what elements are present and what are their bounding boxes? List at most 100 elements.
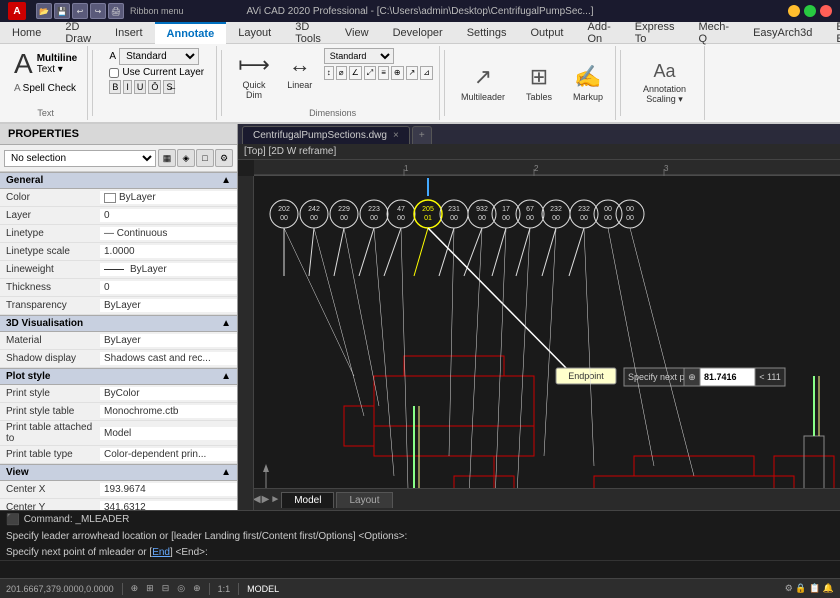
tab-output[interactable]: Output (518, 23, 575, 43)
prop-thickness-value[interactable]: 0 (100, 281, 237, 294)
dim-tool-6[interactable]: ⊕ (391, 66, 404, 80)
prop-layer-value[interactable]: 0 (100, 209, 237, 222)
toggle-pickbox-button[interactable]: □ (196, 149, 214, 167)
annotation-scaling-button[interactable]: Aa AnnotationScaling ▾ (637, 57, 692, 109)
dim-tool-5[interactable]: ≡ (378, 66, 389, 80)
section-plot-style[interactable]: Plot style ▲ (0, 368, 237, 385)
ribbon-menu-button[interactable]: Ribbon menu (130, 6, 184, 16)
drawing-canvas[interactable]: 1 2 3 Y X (238, 160, 840, 510)
section-3d-vis[interactable]: 3D Visualisation ▲ (0, 315, 237, 332)
selection-dropdown[interactable]: No selection (4, 150, 156, 167)
svg-text:932: 932 (476, 206, 488, 213)
prop-print-table-type-value[interactable]: Color-dependent prin... (100, 448, 237, 461)
dim-style-selector[interactable]: Standard (324, 48, 433, 64)
markup-button[interactable]: ✍ Markup (567, 60, 609, 106)
spell-check-button[interactable]: A Spell Check (10, 81, 80, 96)
prop-material-value[interactable]: ByLayer (100, 334, 237, 347)
prop-linetype-scale-value[interactable]: 1.0000 (100, 245, 237, 258)
new-file-tab[interactable]: + (412, 126, 432, 144)
status-icons-right: ⚙ 🔒 📋 🔔 (785, 583, 834, 594)
grid-icon[interactable]: ⊞ (146, 583, 154, 594)
prop-center-x-value[interactable]: 193.9674 (100, 483, 237, 496)
dim-style-dropdown[interactable]: Standard (324, 48, 394, 64)
prop-transparency-value[interactable]: ByLayer (100, 299, 237, 312)
file-tab-close[interactable]: × (393, 130, 399, 141)
multiline-text-button[interactable]: A Multiline Text ▾ (10, 48, 81, 80)
tab-layout[interactable]: Layout (226, 23, 283, 43)
nav-next-button[interactable]: ▶ (262, 494, 270, 505)
file-tab-active[interactable]: CentrifugalPumpSections.dwg × (242, 126, 410, 144)
tab-mech-q[interactable]: Mech-Q (687, 17, 742, 49)
prop-linetype-value[interactable]: — Continuous (100, 227, 237, 240)
underline-tool[interactable]: U (134, 80, 147, 94)
select-similar-button[interactable]: ◈ (177, 149, 195, 167)
quick-dim-icon: ⟼ (238, 52, 270, 78)
command-input[interactable] (6, 564, 834, 575)
tab-easyarch3d[interactable]: EasyArch3d (741, 23, 824, 43)
italic-tool[interactable]: I (123, 80, 132, 94)
dim-tool-3[interactable]: ∠ (349, 66, 362, 80)
ortho-icon[interactable]: ⊟ (162, 583, 170, 594)
prop-print-style-table-value[interactable]: Monochrome.ctb (100, 405, 237, 418)
tab-3d-tools[interactable]: 3D Tools (283, 17, 333, 49)
model-mode-display[interactable]: MODEL (247, 584, 279, 594)
dim-tool-1[interactable]: ↕ (324, 66, 334, 80)
prop-color-value[interactable]: ByLayer (100, 191, 237, 204)
open-icon[interactable]: 📂 (36, 3, 52, 19)
ribbon-group-dimensions: ⟼ QuickDim ↔ Linear Standard ↕ ⌀ (226, 46, 440, 120)
tab-annotate[interactable]: Annotate (155, 22, 227, 44)
style-dropdown[interactable]: Standard (119, 48, 199, 65)
tab-easyarch-e[interactable]: EasyArch E (824, 17, 840, 49)
close-button[interactable] (820, 5, 832, 17)
nav-first-button[interactable]: ◀ (253, 494, 261, 505)
snap-icon[interactable]: ⊕ (131, 583, 139, 594)
properties-settings-button[interactable]: ⚙ (215, 149, 233, 167)
maximize-button[interactable] (804, 5, 816, 17)
tab-settings[interactable]: Settings (455, 23, 519, 43)
tab-model[interactable]: Model (281, 492, 334, 508)
overline-tool[interactable]: Ō (148, 80, 161, 94)
quick-dim-button[interactable]: ⟼ QuickDim (232, 48, 276, 104)
tab-layout[interactable]: Layout (336, 492, 392, 508)
tab-view[interactable]: View (333, 23, 381, 43)
section-view[interactable]: View ▲ (0, 464, 237, 481)
prop-shadow-value[interactable]: Shadows cast and rec... (100, 352, 237, 365)
file-tab-name: CentrifugalPumpSections.dwg (253, 130, 387, 141)
dim-tool-8[interactable]: ⊿ (420, 66, 433, 80)
linear-button[interactable]: ↔ Linear (280, 48, 320, 94)
dim-tool-7[interactable]: ↗ (406, 66, 419, 80)
tables-button[interactable]: ⊞ Tables (519, 60, 559, 106)
prop-lineweight-value[interactable]: ByLayer (100, 263, 237, 276)
multileader-button[interactable]: ↗ Multileader (455, 60, 511, 106)
annotation-scaling-label: AnnotationScaling ▾ (643, 84, 686, 105)
dim-tool-4[interactable]: ⤢ (364, 66, 376, 80)
style-selector[interactable]: A Standard (109, 48, 199, 65)
layer-checkbox-input[interactable] (109, 68, 119, 78)
svg-text:81.7416: 81.7416 (704, 372, 737, 382)
tab-2d-draw[interactable]: 2D Draw (53, 17, 103, 49)
prop-linetype-scale: Linetype scale 1.0000 (0, 243, 237, 261)
print-icon[interactable]: 🖨 (108, 3, 124, 19)
dim-tool-2[interactable]: ⌀ (336, 66, 347, 80)
tab-developer[interactable]: Developer (381, 23, 455, 43)
tab-home[interactable]: Home (0, 23, 53, 43)
osnap-icon[interactable]: ⊕ (193, 583, 201, 594)
prop-print-style-value[interactable]: ByColor (100, 387, 237, 400)
command-line-3-row: Specify next point of mleader or [ End ]… (0, 544, 840, 560)
strikethrough-tool[interactable]: S̶ (163, 80, 175, 94)
svg-text:229: 229 (338, 206, 350, 213)
prop-center-y-value[interactable]: 341.6312 (100, 501, 237, 510)
command-line-1: Command: _MLEADER (24, 514, 130, 525)
section-general[interactable]: General ▲ (0, 172, 237, 189)
tab-express-to[interactable]: Express To (623, 17, 687, 49)
nav-last-button[interactable]: ► (270, 494, 280, 505)
prop-print-table-attached-label: Print table attached to (0, 421, 100, 445)
quick-select-button[interactable]: ▦ (158, 149, 176, 167)
use-current-layer-checkbox[interactable]: Use Current Layer (109, 67, 204, 78)
polar-icon[interactable]: ◎ (177, 583, 185, 594)
prop-print-table-attached-value[interactable]: Model (100, 427, 237, 440)
tab-add-on[interactable]: Add-On (576, 17, 623, 49)
bold-tool[interactable]: B (109, 80, 121, 94)
tab-insert[interactable]: Insert (103, 23, 155, 43)
minimize-button[interactable] (788, 5, 800, 17)
